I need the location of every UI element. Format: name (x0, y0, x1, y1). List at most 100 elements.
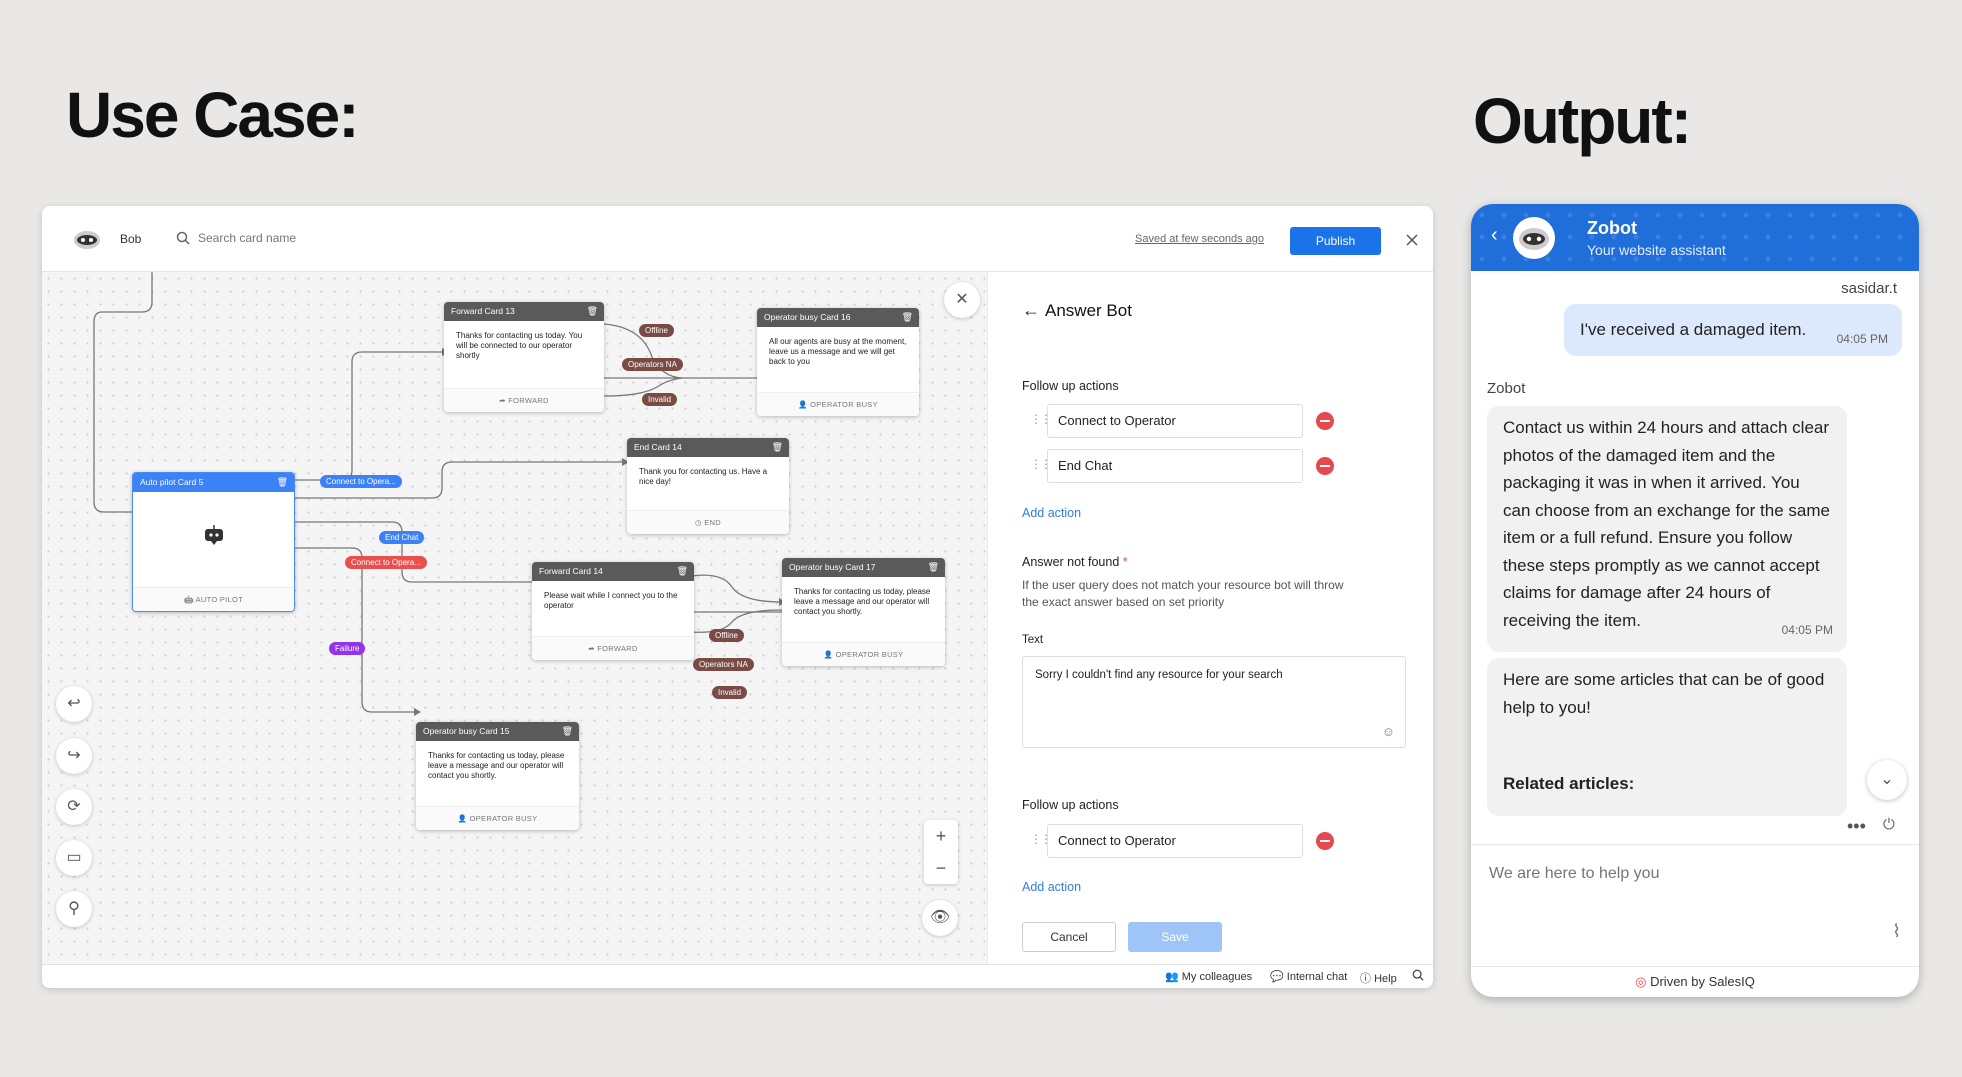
saved-status-link[interactable]: Saved at few seconds ago (1135, 233, 1264, 245)
attachment-icon[interactable]: ⌇ (1892, 921, 1901, 942)
operators-na-tag[interactable]: Operators NA (622, 358, 683, 371)
chat-footer: ◎ Driven by SalesIQ (1471, 966, 1919, 997)
operator-busy-card-16[interactable]: Operator busy Card 16 🗑 All our agents ar… (757, 308, 919, 416)
end-card-14[interactable]: End Card 14 🗑 Thank you for contacting us… (627, 438, 789, 534)
zoom-in-button[interactable]: + (924, 820, 958, 852)
trash-icon[interactable]: 🗑 (772, 438, 783, 457)
panel-title: Answer Bot (1045, 301, 1132, 320)
answer-bot-panel: ← Answer Bot Follow up actions ⋮⋮ Connec… (987, 272, 1433, 964)
invalid-tag[interactable]: Invalid (712, 686, 748, 699)
top-bar: Bob Saved at few seconds ago Publish (42, 206, 1433, 272)
add-action-link[interactable]: Add action (1022, 880, 1081, 894)
connect-to-operator-tag[interactable]: Connect to Opera... (320, 475, 402, 488)
card-footer: 👤 OPERATOR BUSY (416, 806, 579, 830)
card-footer: 🤖 AUTO PILOT (133, 587, 294, 611)
card-header: Forward Card 14 🗑 (532, 562, 694, 581)
failure-tag[interactable]: Failure (329, 642, 366, 655)
card-header: Operator busy Card 16 🗑 (757, 308, 919, 327)
monitor-icon[interactable]: ▭ (56, 840, 92, 876)
scroll-down-button[interactable]: ⌄ (1867, 760, 1907, 800)
invalid-tag[interactable]: Invalid (642, 393, 678, 406)
trash-icon[interactable]: 🗑 (277, 473, 288, 492)
offline-tag[interactable]: Offline (639, 324, 674, 337)
zoom-out-button[interactable]: − (924, 852, 958, 884)
operator-busy-card-17[interactable]: Operator busy Card 17 🗑 Thanks for contac… (782, 558, 945, 666)
text-label: Text (1022, 634, 1044, 646)
save-button[interactable]: Save (1128, 922, 1222, 952)
card-header: Forward Card 13 🗑 (444, 302, 604, 321)
chat-icon: 💬 (1270, 971, 1284, 983)
bot-avatar (1513, 217, 1555, 259)
search-icon (176, 231, 190, 250)
chat-input-area[interactable]: ⌇ (1471, 844, 1919, 966)
back-arrow-icon[interactable]: ← (1022, 300, 1040, 321)
bot-message-bubble: Contact us within 24 hours and attach cl… (1487, 406, 1847, 652)
operator-busy-card-15[interactable]: Operator busy Card 15 🗑 Thanks for contac… (416, 722, 579, 830)
canvas-close-button[interactable]: ✕ (944, 282, 980, 318)
card-footer: 👤 OPERATOR BUSY (782, 642, 945, 666)
answer-not-found-description: If the user query does not match your re… (1022, 578, 1344, 609)
robot-icon (203, 525, 225, 550)
chat-message-input[interactable] (1487, 861, 1847, 887)
operators-na-tag[interactable]: Operators NA (693, 658, 754, 671)
follow-up-label: Follow up actions (1022, 379, 1119, 393)
emoji-icon[interactable]: ☺ (1382, 724, 1395, 739)
bot-builder-window: Bob Saved at few seconds ago Publish (42, 206, 1433, 988)
publish-button[interactable]: Publish (1290, 227, 1381, 255)
status-bar: 👥 My colleagues 💬 Internal chat ⓘ Help (42, 964, 1433, 988)
internal-chat-item[interactable]: 💬 Internal chat (1270, 970, 1347, 983)
trash-icon[interactable]: 🗑 (928, 558, 939, 577)
close-icon[interactable] (1406, 233, 1418, 251)
text-area-value: Sorry I couldn't find any resource for y… (1035, 669, 1283, 681)
trash-icon[interactable]: 🗑 (587, 302, 598, 321)
remove-action-button[interactable] (1316, 412, 1334, 430)
flow-canvas[interactable]: Forward Card 13 🗑 Thanks for contacting u… (42, 272, 987, 964)
eye-icon[interactable]: 👁 (922, 900, 958, 936)
message-time: 04:05 PM (1781, 622, 1833, 637)
remove-action-button[interactable] (1316, 457, 1334, 475)
offline-tag[interactable]: Offline (709, 629, 744, 642)
card-text: Thanks for contacting us today, please l… (794, 587, 931, 616)
text-area[interactable]: Sorry I couldn't find any resource for y… (1022, 656, 1406, 748)
power-icon[interactable]: ⏻ (1883, 816, 1895, 833)
search-card-input[interactable] (196, 226, 396, 250)
forward-card-13[interactable]: Forward Card 13 🗑 Thanks for contacting u… (444, 302, 604, 412)
action-field[interactable]: Connect to Operator (1047, 404, 1303, 438)
chat-bot-name: Zobot (1587, 218, 1637, 238)
forward-card-14[interactable]: Forward Card 14 🗑 Please wait while I con… (532, 562, 694, 660)
auto-pilot-card-5[interactable]: Auto pilot Card 5 🗑 🤖 AUTO PILOT (132, 472, 295, 612)
connect-to-operator-tag[interactable]: Connect to Opera... (345, 556, 427, 569)
redo-icon[interactable]: ↪ (56, 738, 92, 774)
trash-icon[interactable]: 🗑 (562, 722, 573, 741)
message-time: 04:05 PM (1836, 332, 1888, 346)
search-icon[interactable] (1412, 969, 1424, 984)
action-field[interactable]: End Chat (1047, 449, 1303, 483)
more-options-icon[interactable]: ••• (1847, 816, 1866, 837)
people-icon: 👥 (1165, 971, 1179, 983)
card-footer: 👤 OPERATOR BUSY (757, 392, 919, 416)
magic-wand-icon[interactable]: ⚲ (56, 891, 92, 927)
refresh-icon[interactable]: ⟳ (56, 789, 92, 825)
bot-label: Zobot (1487, 380, 1526, 397)
card-footer: ◷ END (627, 510, 789, 534)
action-field[interactable]: Connect to Operator (1047, 824, 1303, 858)
zoom-control: + − (924, 820, 958, 884)
back-icon[interactable]: ‹ (1491, 224, 1498, 247)
trash-icon[interactable]: 🗑 (902, 308, 913, 327)
remove-action-button[interactable] (1316, 832, 1334, 850)
card-text: Thanks for contacting us today. You will… (456, 331, 583, 360)
bot-articles-bubble: Here are some articles that can be of go… (1487, 658, 1847, 816)
colleagues-item[interactable]: 👥 My colleagues (1165, 970, 1252, 983)
user-name: sasidar.t (1841, 280, 1897, 297)
related-articles-label: Related articles: (1503, 774, 1635, 793)
end-chat-tag[interactable]: End Chat (379, 531, 425, 544)
trash-icon[interactable]: 🗑 (677, 562, 688, 581)
follow-up-label: Follow up actions (1022, 798, 1119, 812)
use-case-heading: Use Case: (66, 79, 359, 151)
help-item[interactable]: ⓘ Help (1360, 970, 1397, 986)
card-text: Please wait while I connect you to the o… (544, 591, 678, 610)
add-action-link[interactable]: Add action (1022, 506, 1081, 520)
cancel-button[interactable]: Cancel (1022, 922, 1116, 952)
chat-widget: ‹ Zobot Your website assistant sasidar.t… (1471, 204, 1919, 997)
undo-icon[interactable]: ↩ (56, 686, 92, 722)
